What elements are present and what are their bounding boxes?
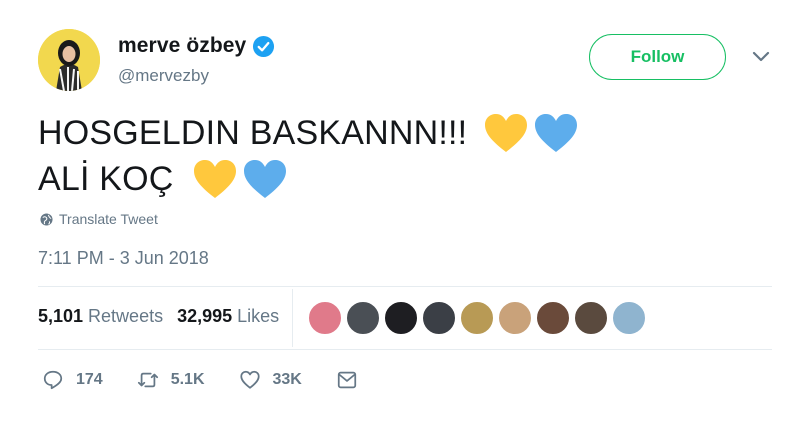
tweet-line-2-text: ALİ KOÇ — [38, 160, 174, 198]
liker-avatar[interactable] — [308, 301, 342, 335]
yellow-heart-icon — [485, 114, 528, 152]
divider — [38, 286, 772, 287]
tweet-actions: 174 5.1K 33K — [42, 369, 392, 391]
retweet-icon — [137, 372, 158, 388]
globe-icon — [40, 212, 53, 226]
liker-avatar[interactable] — [346, 301, 380, 335]
liker-avatar[interactable] — [536, 301, 570, 335]
display-name[interactable]: merve özbey — [118, 34, 246, 58]
like-count: 33K — [272, 371, 302, 388]
tweet-timestamp[interactable]: 7:11 PM - 3 Jun 2018 — [38, 248, 209, 269]
verified-badge-icon — [253, 35, 275, 57]
likes-label[interactable]: Likes — [237, 306, 279, 327]
retweet-button[interactable]: 5.1K — [137, 369, 205, 391]
translate-tweet-link[interactable]: Translate Tweet — [40, 211, 158, 227]
blue-heart-icon — [535, 114, 578, 152]
tweet-stats: 5,101 Retweets 32,995 Likes — [38, 306, 293, 327]
liker-avatar[interactable] — [460, 301, 494, 335]
tweet-text: HOSGELDIN BASKANNN!!! ALİ KOÇ — [38, 110, 579, 202]
heart-outline-icon — [239, 370, 260, 389]
reply-button[interactable]: 174 — [42, 369, 103, 391]
retweets-label[interactable]: Retweets — [88, 306, 163, 327]
blue-heart-icon — [243, 160, 286, 198]
tweet-line-1-text: HOSGELDIN BASKANNN!!! — [38, 114, 468, 152]
tweet-line-1: HOSGELDIN BASKANNN!!! — [38, 110, 579, 156]
liker-avatar[interactable] — [498, 301, 532, 335]
direct-message-button[interactable] — [336, 369, 358, 391]
yellow-heart-icon — [193, 160, 236, 198]
translate-label: Translate Tweet — [59, 211, 158, 227]
envelope-icon — [337, 371, 356, 389]
likes-count[interactable]: 32,995 — [177, 306, 232, 327]
retweet-count: 5.1K — [170, 371, 205, 388]
liker-avatars — [308, 301, 650, 335]
liker-avatar[interactable] — [574, 301, 608, 335]
reply-count: 174 — [76, 371, 103, 388]
reply-icon — [43, 370, 63, 390]
liker-avatar[interactable] — [384, 301, 418, 335]
avatar[interactable] — [38, 29, 100, 91]
liker-avatar[interactable] — [422, 301, 456, 335]
follow-button[interactable]: Follow — [589, 34, 726, 80]
chevron-down-icon[interactable] — [751, 50, 771, 64]
like-button[interactable]: 33K — [239, 369, 302, 391]
stats-separator — [292, 289, 293, 347]
user-handle[interactable]: @mervezby — [118, 66, 209, 86]
divider — [38, 349, 772, 350]
tweet-line-2: ALİ KOÇ — [38, 156, 579, 202]
liker-avatar[interactable] — [612, 301, 646, 335]
retweets-count[interactable]: 5,101 — [38, 306, 83, 327]
avatar-image — [38, 29, 100, 91]
